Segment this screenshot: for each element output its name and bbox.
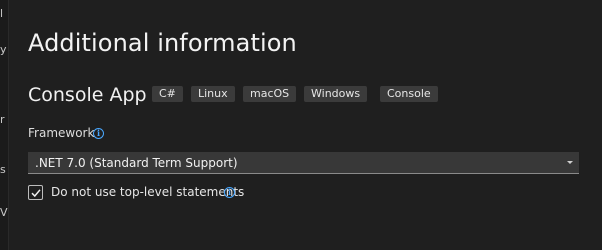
background-text-char: y [0, 44, 7, 56]
background-window-edge: l y r s V [0, 0, 9, 250]
background-text-char: V [0, 207, 8, 219]
tag-csharp: C# [152, 86, 183, 102]
framework-selected-value: .NET 7.0 (Standard Term Support) [35, 156, 238, 170]
top-level-statements-checkbox[interactable] [28, 185, 43, 200]
framework-label: Framework [28, 126, 95, 140]
framework-dropdown[interactable]: .NET 7.0 (Standard Term Support) [28, 152, 579, 174]
top-level-statements-label[interactable]: Do not use top-level statements [51, 185, 244, 199]
background-text-char: r [0, 114, 5, 126]
background-text-char: s [0, 164, 6, 176]
info-icon[interactable]: i [93, 128, 104, 139]
tag-linux: Linux [191, 86, 235, 102]
tag-windows: Windows [304, 86, 368, 102]
dialog-title: Additional information [28, 29, 297, 57]
tag-macos: macOS [243, 86, 297, 102]
checkmark-icon [31, 189, 41, 198]
chevron-down-icon [567, 161, 573, 164]
template-name: Console App [28, 84, 147, 106]
background-text-char: l [0, 8, 4, 20]
info-icon[interactable]: i [224, 187, 235, 198]
tag-console: Console [380, 86, 438, 102]
